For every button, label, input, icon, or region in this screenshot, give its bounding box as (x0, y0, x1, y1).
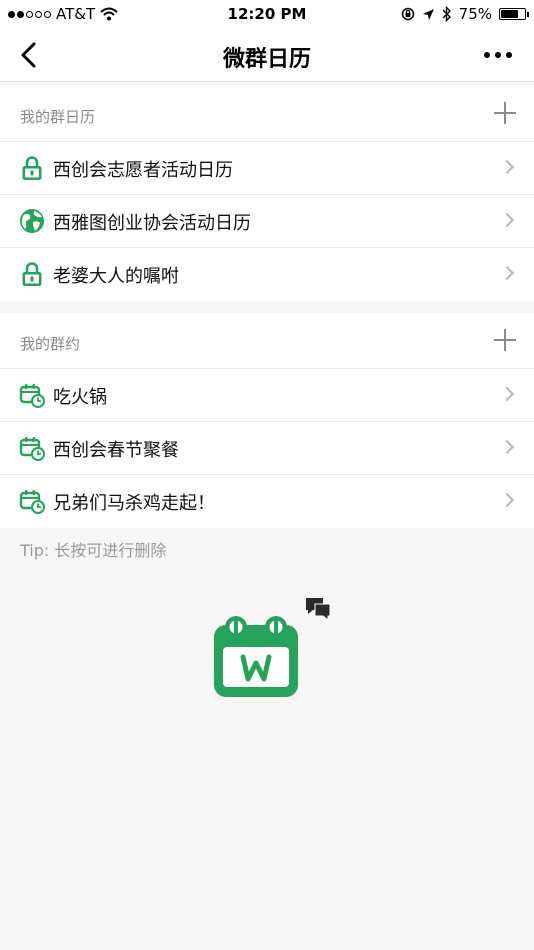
status-bar: AT&T 12:20 PM 75% (0, 0, 534, 28)
chat-bubbles-icon (306, 598, 331, 622)
calendar-clock-icon (19, 437, 45, 461)
page-title: 微群日历 (222, 47, 311, 72)
calendar-clock-icon (19, 384, 45, 408)
group-calendars-header: 我的群日历 (0, 86, 534, 142)
chevron-right-icon (499, 492, 515, 508)
chevron-right-icon (499, 439, 515, 455)
list-item-label: 西雅图创业协会活动日历 (53, 213, 251, 234)
add-calendar-plus-icon[interactable] (494, 102, 516, 124)
list-item-label: 兄弟们马杀鸡走起！ (53, 493, 215, 514)
navigation-bar: 微群日历 (0, 28, 534, 82)
lock-icon (22, 156, 42, 180)
list-item-label: 吃火锅 (53, 387, 107, 408)
list-item[interactable]: 西雅图创业协会活动日历 (0, 195, 534, 248)
battery-icon (499, 8, 529, 20)
group-events-header: 我的群约 (0, 313, 534, 369)
battery-percent: 75% (458, 5, 492, 23)
group-calendars-section: 我的群日历 西创会志愿者活动日历 西雅图创业协会活动日历 老婆大人的嘱咐 (0, 86, 534, 301)
more-dot (495, 52, 501, 58)
bluetooth-icon (442, 6, 451, 22)
globe-icon (20, 209, 44, 233)
list-item-label: 西创会志愿者活动日历 (53, 160, 233, 181)
chevron-right-icon (499, 212, 515, 228)
list-item[interactable]: 兄弟们马杀鸡走起！ (0, 475, 534, 528)
chevron-right-icon (499, 265, 515, 281)
more-dot (484, 52, 490, 58)
chevron-right-icon (499, 159, 515, 175)
lock-icon (22, 262, 42, 286)
list-item[interactable]: 西创会志愿者活动日历 (0, 142, 534, 195)
location-arrow-icon (422, 8, 434, 20)
rotation-lock-icon (401, 7, 414, 21)
chevron-right-icon (499, 386, 515, 402)
list-item[interactable]: 吃火锅 (0, 369, 534, 422)
more-dot (506, 52, 512, 58)
list-item[interactable]: 老婆大人的嘱咐 (0, 248, 534, 301)
list-item-label: 老婆大人的嘱咐 (53, 266, 179, 287)
calendar-clock-icon (19, 490, 45, 514)
group-events-section: 我的群约 吃火锅 西创会春节聚餐 兄弟们马杀鸡走起！ (0, 313, 534, 528)
app-logo-icon (214, 598, 331, 697)
battery-fill (501, 10, 519, 18)
section-title: 我的群日历 (20, 108, 96, 126)
add-event-plus-icon[interactable] (494, 329, 516, 351)
more-dots-icon[interactable] (484, 52, 512, 58)
section-title: 我的群约 (20, 335, 81, 353)
status-right: 75% (401, 5, 529, 23)
list-item-label: 西创会春节聚餐 (53, 440, 179, 461)
list-item[interactable]: 西创会春节聚餐 (0, 422, 534, 475)
delete-tip: Tip: 长按可进行删除 (20, 541, 167, 560)
